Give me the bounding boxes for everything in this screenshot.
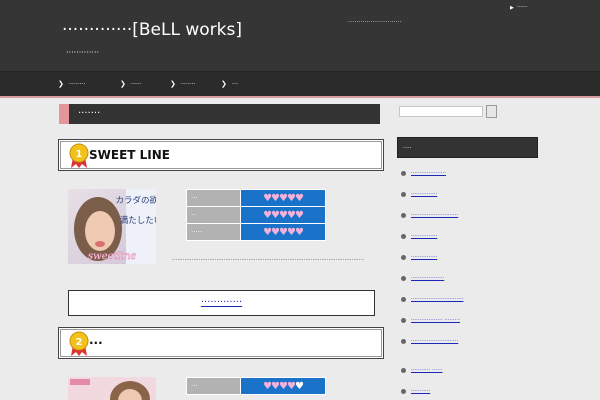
rank-name: SWEET LINE — [89, 148, 170, 162]
sidebar-link-text[interactable]: ··············· — [411, 190, 437, 199]
rating-hearts: ♥♥♥♥♥ — [240, 206, 326, 224]
thumb-caption-2: 満たしたい — [120, 216, 156, 226]
section-title: ······· — [59, 104, 380, 124]
thumb-caption-1: カラダの欲求 — [115, 195, 156, 206]
cta-box: ············· — [68, 290, 375, 316]
sidebar-link-text[interactable]: ··········· — [411, 387, 430, 396]
product-thumbnail[interactable] — [68, 377, 156, 400]
sidebar-heading: ···· — [397, 137, 538, 158]
product-description: ········································… — [172, 257, 365, 263]
bullet-icon — [401, 389, 406, 394]
bullet-icon — [401, 339, 406, 344]
gold-medal-icon: 2 — [69, 331, 89, 356]
product-image: カラダの欲求 満たしたい sweetline — [68, 189, 156, 264]
site-title[interactable]: ·············[BeLL works] — [62, 20, 242, 40]
nav-item-label: ··· — [231, 80, 239, 88]
nav-item-label: ········ — [68, 80, 86, 88]
bullet-icon — [401, 368, 406, 373]
medal-number: 1 — [76, 149, 83, 160]
nav-item-2[interactable]: ❯ ····· — [120, 80, 141, 88]
global-nav: ❯ ········ ❯ ····· ❯ ······· ❯ ··· — [0, 72, 600, 96]
caret-right-icon: ▶ — [510, 5, 514, 11]
cta-link[interactable]: ············· — [69, 297, 374, 308]
rating-label: ··· — [186, 377, 241, 395]
rank-2-heading: 2 ··· — [58, 327, 384, 359]
rating-row: ··· ♥♥♥♥♥ — [186, 377, 326, 395]
rating-table: ··· ♥♥♥♥♥ — [186, 377, 326, 395]
sidebar-link-text[interactable]: ··················· — [411, 274, 444, 283]
sidebar-link-text[interactable]: ··············· — [411, 232, 437, 241]
bullet-icon — [401, 213, 406, 218]
rating-label: ·· — [186, 206, 241, 224]
rating-hearts: ♥♥♥♥♥ — [240, 377, 326, 395]
nav-item-4[interactable]: ❯ ··· — [221, 80, 238, 88]
chevron-right-icon: ❯ — [170, 80, 176, 88]
rating-row: ····· ♥♥♥♥♥ — [186, 223, 326, 241]
rank-1-heading: 1 SWEET LINE — [58, 139, 384, 171]
bullet-icon — [401, 318, 406, 323]
rating-label: ····· — [186, 223, 241, 241]
sidebar-heading-text: ···· — [403, 144, 412, 152]
sidebar-link-text[interactable]: ··········· ······ — [411, 366, 442, 375]
rating-table: ··· ♥♥♥♥♥ ·· ♥♥♥♥♥ ····· ♥♥♥♥♥ — [186, 189, 326, 241]
rating-row: ··· ♥♥♥♥♥ — [186, 189, 326, 207]
header-top-link-label: ····· — [516, 3, 528, 11]
section-title-accent — [59, 104, 69, 124]
gold-medal-icon: 1 — [69, 143, 89, 168]
rating-hearts: ♥♥♥♥♥ — [240, 223, 326, 241]
section-title-bg: ······· — [69, 104, 380, 124]
rating-row: ·· ♥♥♥♥♥ — [186, 206, 326, 224]
bullet-icon — [401, 255, 406, 260]
bullet-icon — [401, 276, 406, 281]
sidebar-link-text[interactable]: ···················· — [411, 169, 446, 178]
site-header: ·············[BeLL works] ············· … — [0, 0, 600, 72]
site-description: ············· — [66, 48, 100, 57]
bullet-icon — [401, 297, 406, 302]
sidebar-link-text[interactable]: ··························· — [411, 211, 458, 220]
rating-hearts: ♥♥♥♥♥ — [240, 189, 326, 207]
rating-hearts-filled: ♥♥♥♥ — [263, 380, 296, 392]
nav-accent-line — [0, 96, 600, 98]
search-button[interactable] — [486, 105, 497, 118]
search-input[interactable] — [399, 106, 483, 117]
bullet-icon — [401, 234, 406, 239]
nav-item-label: ····· — [130, 80, 142, 88]
nav-item-3[interactable]: ❯ ······· — [170, 80, 195, 88]
bullet-icon — [401, 192, 406, 197]
product-thumbnail[interactable]: カラダの欲求 満たしたい sweetline — [68, 189, 156, 264]
header-top-link[interactable]: ▶ ····· — [510, 3, 527, 11]
header-tagline: ·························· — [348, 18, 402, 26]
product-image — [68, 377, 156, 400]
chevron-right-icon: ❯ — [221, 80, 227, 88]
chevron-right-icon: ❯ — [58, 80, 64, 88]
nav-item-label: ······· — [180, 80, 196, 88]
sidebar-link-text[interactable]: ·················· ········· — [411, 316, 460, 325]
chevron-right-icon: ❯ — [120, 80, 126, 88]
sidebar-link-text[interactable]: ······························ — [411, 295, 463, 304]
bullet-icon — [401, 171, 406, 176]
medal-number: 2 — [76, 337, 83, 348]
rank-name: ··· — [89, 336, 103, 350]
rating-hearts-empty: ♥ — [294, 380, 304, 392]
section-title-text: ······· — [78, 108, 101, 119]
thumb-logo: sweetline — [88, 251, 136, 262]
rating-label: ··· — [186, 189, 241, 207]
sidebar-link-text[interactable]: ··············· — [411, 253, 437, 262]
nav-item-1[interactable]: ❯ ········ — [58, 80, 85, 88]
sidebar-link-text[interactable]: ··························· — [411, 337, 531, 346]
rank-heading-inner — [60, 329, 382, 357]
